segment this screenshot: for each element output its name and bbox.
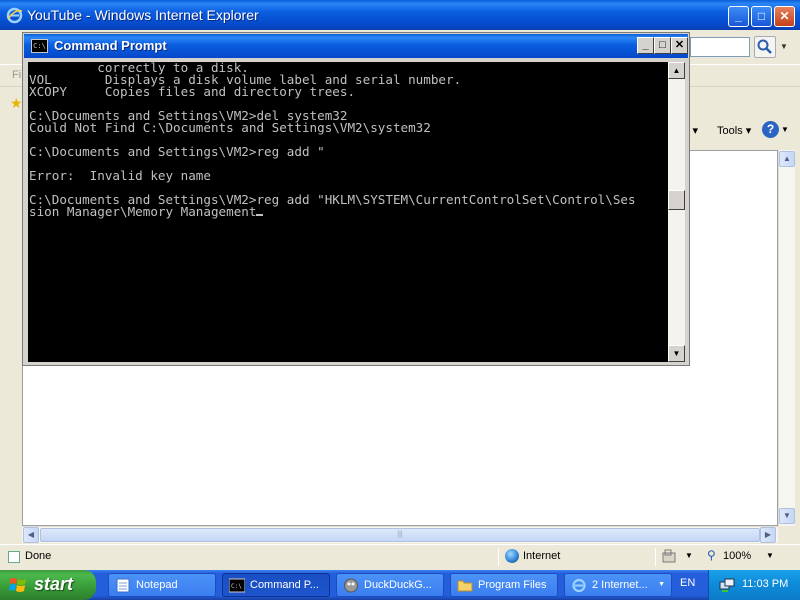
protected-mode-chevron-icon[interactable]: ▼: [685, 551, 693, 560]
ie-vertical-scrollbar[interactable]: ▲ ▼: [778, 150, 795, 526]
ie-left-gutter: [0, 144, 22, 544]
command-prompt-title: Command Prompt: [54, 38, 167, 53]
console-line: Error: Invalid key name: [29, 168, 211, 183]
scroll-up-arrow-icon[interactable]: ▲: [779, 151, 795, 167]
console-line: Could Not Find C:\Documents and Settings…: [29, 120, 431, 135]
network-tray-icon[interactable]: [719, 577, 735, 593]
console-output: correctly to a disk. VOL Displays a disk …: [28, 62, 668, 218]
favorites-star-icon[interactable]: ★: [10, 95, 23, 112]
taskbar-item-label: Command P...: [250, 579, 319, 591]
ie-horizontal-scrollbar[interactable]: ◀ ||| ▶: [22, 526, 778, 543]
internet-explorer-icon: [6, 7, 23, 24]
svg-text:C:\: C:\: [231, 583, 242, 590]
notepad-icon: [116, 578, 130, 593]
taskbar-item-program-files[interactable]: Program Files: [450, 573, 558, 597]
scroll-down-arrow-icon[interactable]: ▼: [779, 508, 795, 524]
help-icon[interactable]: ?: [762, 121, 779, 138]
taskbar-item-duckduckgo[interactable]: DuckDuckG...: [336, 573, 444, 597]
duckduckgo-icon: [344, 578, 358, 593]
taskbar-item-notepad[interactable]: Notepad: [108, 573, 216, 597]
console-line: XCOPY Copies files and directory trees.: [29, 84, 356, 99]
folder-icon: [457, 580, 473, 592]
cmd-icon: C:\: [229, 578, 245, 593]
ie-horizontal-scroll-thumb[interactable]: |||: [40, 528, 760, 542]
ie-titlebar[interactable]: YouTube - Windows Internet Explorer _ □ …: [0, 0, 800, 30]
group-chevron-down-icon: ▼: [658, 581, 665, 588]
search-icon: [757, 39, 772, 54]
console-line: sion Manager\Memory Management: [29, 205, 668, 218]
taskbar-item-internet-explorer-group[interactable]: 2 Internet... ▼: [564, 573, 672, 597]
zoom-magnifier-icon[interactable]: ⚲: [707, 548, 716, 562]
scroll-left-arrow-icon[interactable]: ◀: [23, 527, 39, 543]
taskbar: start Notepad C:\ Command P... DuckDuckG…: [0, 570, 800, 600]
command-prompt-titlebar[interactable]: C:\ Command Prompt _ □ ✕: [24, 34, 688, 58]
start-label: start: [34, 574, 74, 594]
clock[interactable]: 11:03 PM: [742, 578, 788, 590]
ie-minimize-button[interactable]: _: [728, 6, 749, 27]
start-button[interactable]: start: [0, 570, 96, 600]
language-indicator[interactable]: EN: [680, 577, 695, 589]
taskbar-item-label: 2 Internet...: [592, 579, 648, 591]
ie-icon: [572, 578, 586, 593]
ie-security-zone[interactable]: Internet: [523, 550, 560, 562]
help-chevron-down-icon[interactable]: ▼: [781, 125, 789, 134]
protected-mode-icon[interactable]: [662, 549, 676, 563]
search-options-chevron-icon[interactable]: ▼: [777, 36, 791, 58]
text-cursor: [256, 214, 264, 216]
taskbar-item-command-prompt[interactable]: C:\ Command P...: [222, 573, 330, 597]
cmd-scroll-thumb[interactable]: [668, 190, 685, 210]
taskbar-item-label: DuckDuckG...: [364, 579, 432, 591]
zoom-chevron-down-icon[interactable]: ▼: [766, 551, 774, 560]
ie-zoom-level[interactable]: 100%: [723, 550, 751, 562]
console-line: C:\Documents and Settings\VM2>reg add ": [29, 144, 325, 159]
ie-status-bar: Done Internet ▼ ⚲ 100% ▼: [0, 544, 800, 568]
command-prompt-console[interactable]: correctly to a disk. VOL Displays a disk …: [28, 62, 668, 362]
cmd-vertical-scrollbar[interactable]: ▲ ▼: [668, 62, 685, 362]
ie-tools-menu[interactable]: Tools ▾: [717, 124, 751, 137]
ie-file-menu[interactable]: Fi: [12, 69, 21, 81]
page-status-icon: [8, 551, 20, 563]
windows-logo-icon: [9, 578, 26, 592]
status-divider: [498, 548, 499, 566]
command-prompt-icon[interactable]: C:\: [31, 39, 48, 53]
cmd-close-button[interactable]: ✕: [671, 37, 688, 54]
ie-search-button[interactable]: [754, 36, 776, 58]
command-prompt-window: C:\ Command Prompt _ □ ✕ correctly to a …: [22, 32, 690, 366]
status-divider: [655, 548, 656, 566]
ie-close-button[interactable]: ✕: [774, 6, 795, 27]
scroll-right-arrow-icon[interactable]: ▶: [760, 527, 776, 543]
taskbar-item-label: Program Files: [478, 579, 547, 591]
ie-window-title: YouTube - Windows Internet Explorer: [27, 7, 259, 23]
cmd-maximize-button[interactable]: □: [654, 37, 671, 54]
ie-maximize-button[interactable]: □: [751, 6, 772, 27]
taskbar-item-label: Notepad: [136, 579, 178, 591]
cmd-minimize-button[interactable]: _: [637, 37, 654, 54]
cmd-scroll-up-arrow-icon[interactable]: ▲: [668, 62, 685, 79]
system-tray: 11:03 PM: [708, 570, 800, 600]
ie-search-input[interactable]: [690, 37, 750, 57]
internet-zone-globe-icon: [505, 549, 519, 563]
cmd-scroll-down-arrow-icon[interactable]: ▼: [668, 345, 685, 362]
ie-status-text: Done: [25, 550, 52, 562]
